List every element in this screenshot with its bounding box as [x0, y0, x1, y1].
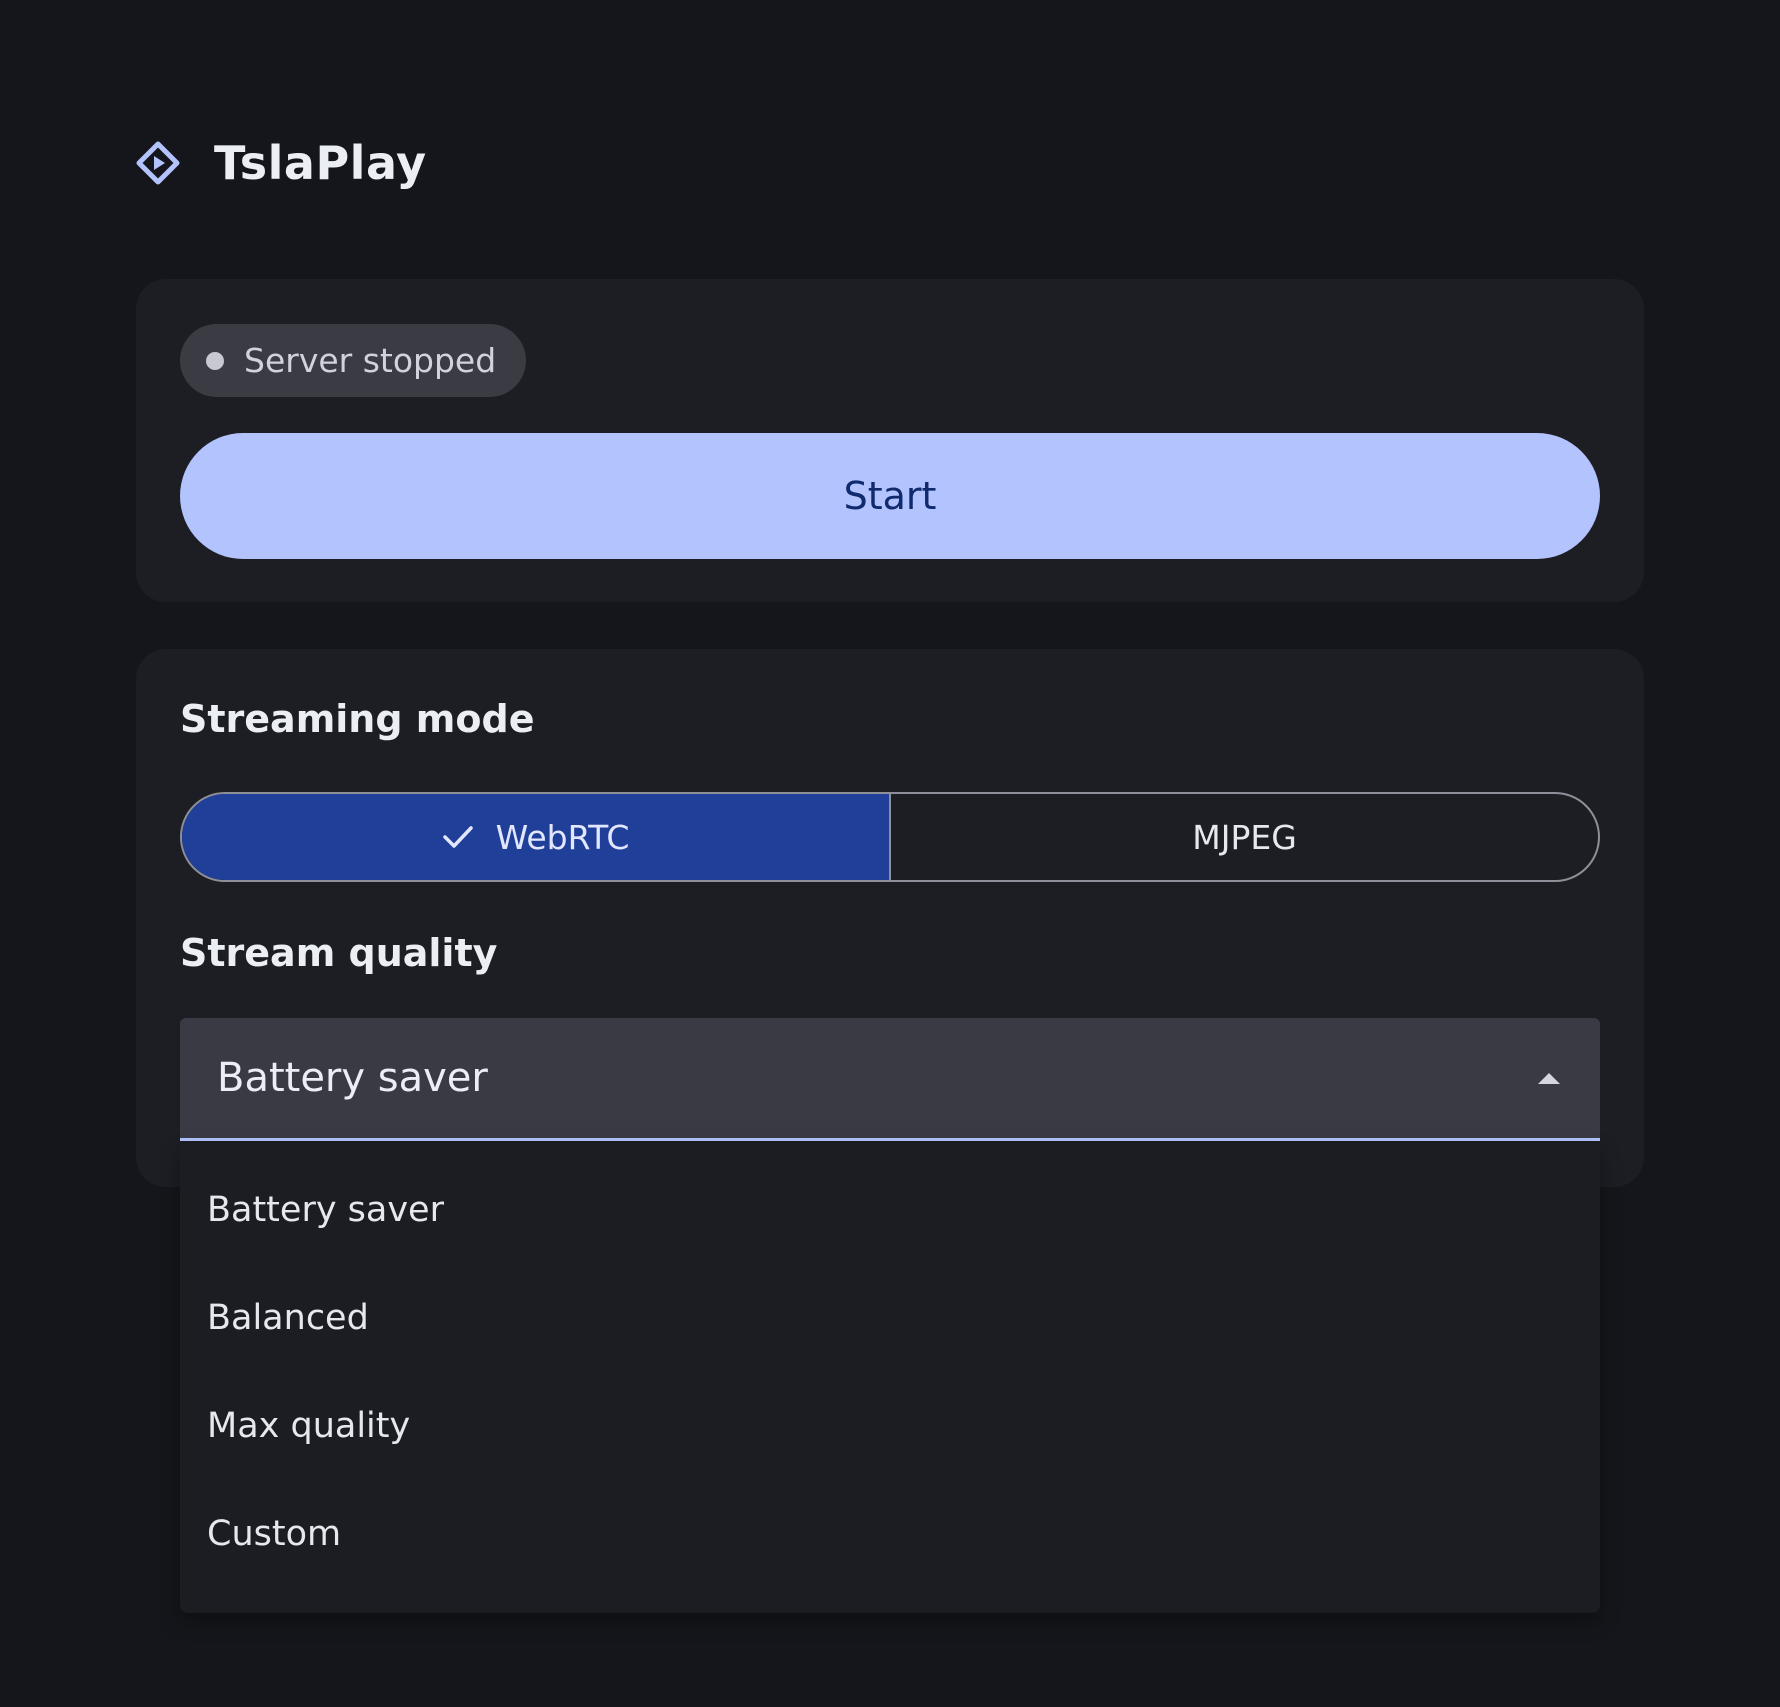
- start-button[interactable]: Start: [180, 433, 1600, 559]
- stream-quality-label: Stream quality: [180, 931, 498, 975]
- mode-mjpeg-option[interactable]: MJPEG: [891, 794, 1598, 880]
- quality-option-max-quality[interactable]: Max quality: [180, 1372, 1600, 1480]
- status-dot-icon: [206, 351, 224, 370]
- quality-option-balanced[interactable]: Balanced: [180, 1264, 1600, 1372]
- play-diamond-icon: [136, 141, 180, 185]
- mode-webrtc-label: WebRTC: [495, 817, 630, 857]
- caret-up-icon: [1538, 1072, 1560, 1084]
- stream-quality-value: Battery saver: [217, 1055, 488, 1101]
- streaming-mode-label: Streaming mode: [180, 697, 535, 741]
- app-title: TslaPlay: [214, 136, 427, 190]
- stream-quality-select[interactable]: Battery saver: [180, 1018, 1600, 1141]
- stream-settings-card: Streaming mode WebRTC MJPEG Stream quali…: [136, 649, 1644, 1187]
- mode-webrtc-option[interactable]: WebRTC: [182, 794, 891, 880]
- stream-quality-menu: Battery saver Balanced Max quality Custo…: [180, 1144, 1600, 1613]
- server-card: Server stopped Start: [136, 279, 1644, 602]
- server-status-text: Server stopped: [244, 341, 497, 380]
- app-root: TslaPlay Server stopped Start Streaming …: [0, 0, 1780, 1707]
- quality-option-custom[interactable]: Custom: [180, 1480, 1600, 1588]
- mode-mjpeg-label: MJPEG: [1192, 817, 1297, 857]
- check-icon: [442, 824, 474, 850]
- server-status-badge: Server stopped: [180, 324, 527, 397]
- quality-option-battery-saver[interactable]: Battery saver: [180, 1156, 1600, 1264]
- app-header: TslaPlay: [136, 128, 427, 198]
- streaming-mode-toggle: WebRTC MJPEG: [180, 792, 1600, 882]
